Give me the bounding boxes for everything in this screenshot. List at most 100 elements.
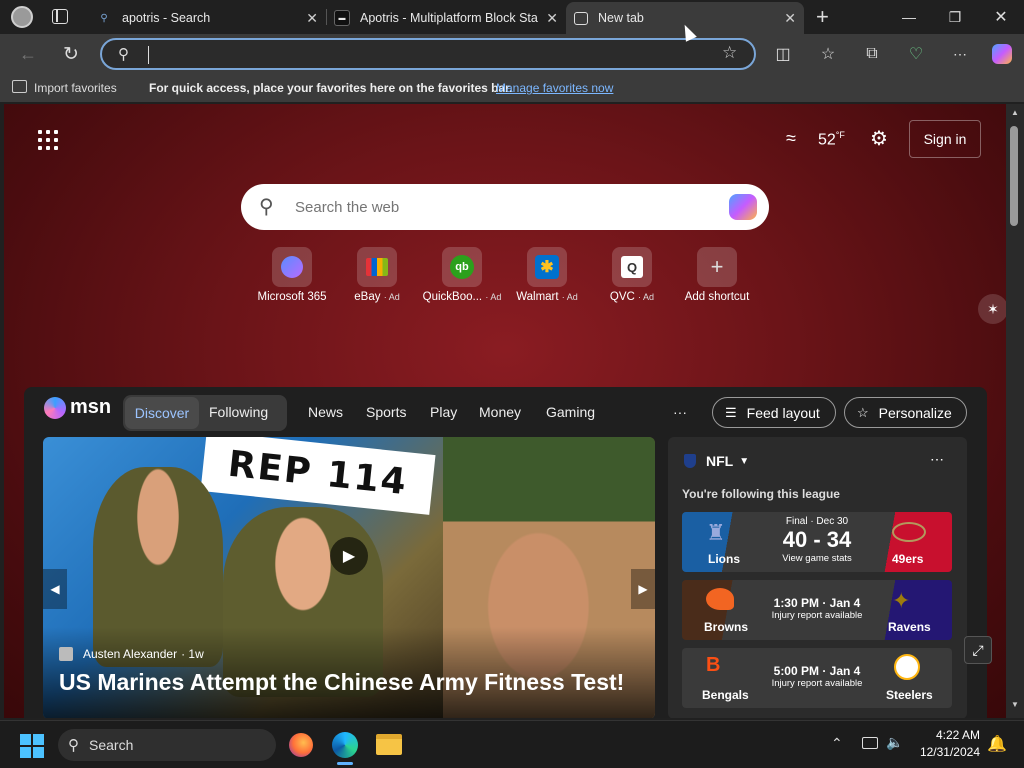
nfl-league-selector[interactable]: NFL ▼ [684, 453, 749, 469]
game-status: Final · Dec 30 [785, 516, 849, 527]
hero-title[interactable]: US Marines Attempt the Chinese Army Fitn… [59, 669, 624, 696]
scroll-up-arrow[interactable]: ▲ [1011, 108, 1019, 117]
copilot-icon[interactable] [729, 194, 757, 220]
address-bar[interactable]: ⚲ ☆ [100, 38, 756, 70]
background-settings-icon[interactable]: ✶ [978, 294, 1006, 324]
page-scrollbar[interactable]: ▲ ▼ [1006, 104, 1024, 718]
tab-title: apotris - Search [122, 11, 211, 25]
close-tab-icon[interactable]: ✕ [306, 10, 318, 27]
nfl-more-options-icon[interactable]: ⋯ [930, 451, 944, 468]
tab-discover[interactable]: Discover [125, 397, 199, 429]
nav-sports[interactable]: Sports [366, 404, 406, 420]
browser-essentials-icon[interactable]: ♡ [903, 42, 929, 66]
back-button[interactable]: ← [15, 42, 41, 66]
shortcut-quickbooks[interactable]: qb QuickBoo... · Ad [419, 247, 505, 303]
shortcut-ebay[interactable]: eBay · Ad [334, 247, 420, 303]
web-search-input[interactable] [295, 197, 715, 217]
new-tab-button[interactable]: + [816, 4, 829, 30]
game-score: 40 - 34 [782, 527, 852, 552]
add-shortcut-button[interactable]: + Add shortcut [674, 247, 760, 303]
home-team-name: Bengals [702, 688, 749, 702]
shortcut-microsoft-365[interactable]: Microsoft 365 [249, 247, 335, 303]
notification-bell-icon[interactable]: 🔔 [987, 734, 1007, 754]
source-avatar [59, 647, 73, 661]
apps-launcher-icon[interactable] [38, 130, 58, 150]
clock[interactable]: 4:22 AM 12/31/2024 [914, 727, 980, 761]
volume-muted-icon[interactable]: 🔈 [886, 734, 903, 751]
tab-title: New tab [598, 11, 644, 25]
scrollbar-thumb[interactable] [1010, 126, 1018, 226]
start-button[interactable] [20, 734, 44, 758]
display-icon[interactable] [862, 737, 878, 749]
steelers-logo-icon [894, 654, 920, 680]
nfl-league-name: NFL [706, 453, 734, 469]
tab-title: Apotris - Multiplatform Block Sta [360, 11, 538, 25]
firefox-icon[interactable] [289, 733, 313, 757]
hero-byline: Austen Alexander · 1w [59, 647, 204, 661]
more-options-icon[interactable]: ⋯ [947, 42, 973, 66]
edge-icon[interactable] [332, 732, 358, 758]
split-screen-icon[interactable]: ◫ [770, 42, 796, 66]
hero-author: Austen Alexander [83, 647, 178, 661]
refresh-button[interactable]: ↻ [58, 42, 84, 66]
game-row-lions-49ers[interactable]: ♜ Lions Final · Dec 30 40 - 34 View game… [682, 512, 952, 572]
restore-button[interactable]: ❐ [932, 0, 978, 34]
tab-apotris-site[interactable]: ▬ Apotris - Multiplatform Block Sta ✕ [328, 2, 566, 34]
file-explorer-icon[interactable] [376, 734, 402, 755]
nav-play[interactable]: Play [430, 404, 457, 420]
shortcut-label: Add shortcut [684, 291, 750, 303]
nav-money[interactable]: Money [479, 404, 521, 420]
address-input[interactable] [148, 46, 708, 64]
game-subtext: Injury report available [771, 610, 863, 621]
walmart-icon: ✱ [527, 247, 567, 287]
expand-feed-icon[interactable]: ⤢ [964, 636, 992, 664]
scroll-down-arrow[interactable]: ▼ [1011, 700, 1019, 709]
game-subtext[interactable]: View game stats [752, 553, 882, 564]
nav-gaming[interactable]: Gaming [546, 404, 595, 420]
temperature-value: 52 [818, 131, 836, 149]
game-status: 1:30 PM · Jan 4 [773, 596, 861, 610]
feed-layout-button[interactable]: ☰ Feed layout [712, 397, 836, 428]
msn-logo[interactable]: msn [44, 396, 111, 419]
manage-favorites-link[interactable]: Manage favorites now [496, 81, 613, 95]
vertical-tabs-icon[interactable] [52, 9, 68, 24]
profile-avatar[interactable] [11, 6, 33, 28]
close-tab-icon[interactable]: ✕ [784, 10, 796, 27]
copilot-icon[interactable] [989, 42, 1015, 66]
favorites-icon[interactable]: ☆ [815, 42, 841, 66]
game-row-bengals-steelers[interactable]: B Bengals 5:00 PM · Jan 4 Injury report … [682, 648, 952, 708]
nav-news[interactable]: News [308, 404, 343, 420]
tab-following[interactable]: Following [209, 404, 268, 420]
web-search-box[interactable]: ⚲ [241, 184, 769, 230]
close-tab-icon[interactable]: ✕ [546, 10, 558, 27]
shortcut-qvc[interactable]: Q QVC · Ad [589, 247, 675, 303]
personalize-button[interactable]: ☆ Personalize [844, 397, 967, 428]
settings-gear-icon[interactable]: ⚙ [870, 126, 888, 151]
tab-divider [326, 9, 327, 25]
hero-next-arrow[interactable]: ▶ [631, 569, 655, 609]
search-icon: ⚲ [68, 737, 79, 754]
shortcut-walmart[interactable]: ✱ Walmart · Ad [504, 247, 590, 303]
collections-icon[interactable]: ⧉ [859, 42, 885, 66]
weather-temperature[interactable]: 52°F [818, 130, 845, 149]
nav-more-button[interactable]: ··· [673, 404, 687, 420]
taskbar-search-box[interactable]: ⚲ Search [58, 729, 276, 761]
following-league-label: You're following this league [682, 487, 840, 501]
minimize-button[interactable]: — [886, 0, 932, 34]
sign-in-button[interactable]: Sign in [909, 120, 981, 158]
wind-weather-icon[interactable]: ≈ [786, 128, 796, 149]
import-favorites-button[interactable]: Import favorites [34, 81, 117, 95]
chevron-up-icon[interactable]: ⌃ [831, 735, 843, 752]
away-team-name: Ravens [888, 620, 931, 634]
hero-prev-arrow[interactable]: ◀ [43, 569, 67, 609]
close-window-button[interactable]: ✕ [978, 0, 1024, 34]
game-row-browns-ravens[interactable]: Browns 1:30 PM · Jan 4 Injury report ava… [682, 580, 952, 640]
sparkle-edit-icon: ☆ [857, 404, 869, 420]
hero-article-card[interactable]: REP 114 ▶ ◀ ▶ Austen Alexander · 1w US M… [43, 437, 655, 718]
favorite-star-icon[interactable]: ☆ [722, 43, 737, 63]
game-status: 5:00 PM · Jan 4 [773, 664, 861, 678]
new-tab-icon [574, 11, 588, 25]
tab-apotris-search[interactable]: ⚲ apotris - Search ✕ [88, 2, 326, 34]
search-icon: ⚲ [100, 12, 108, 24]
play-video-button[interactable]: ▶ [330, 537, 368, 575]
